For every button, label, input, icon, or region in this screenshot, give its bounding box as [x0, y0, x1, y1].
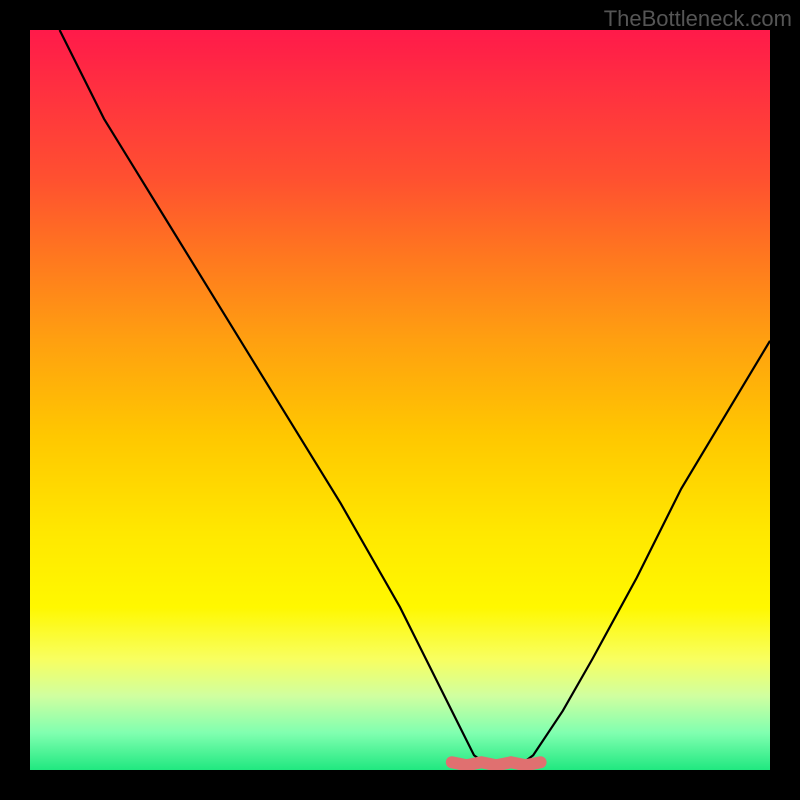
chart-svg	[30, 30, 770, 770]
chart-plot-area	[30, 30, 770, 770]
watermark-text: TheBottleneck.com	[604, 6, 792, 32]
bottleneck-curve-line	[60, 30, 770, 766]
optimal-range-marker	[452, 762, 541, 765]
